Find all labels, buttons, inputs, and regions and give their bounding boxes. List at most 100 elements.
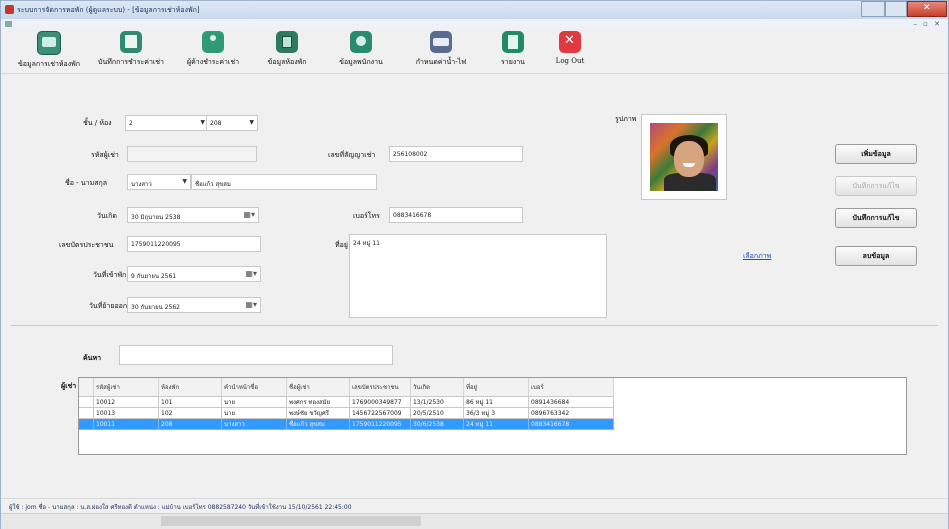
maximize-button[interactable] [885, 1, 907, 17]
tenant-id-field[interactable] [127, 146, 257, 162]
column-header[interactable]: วันเกิด [410, 378, 464, 397]
prefix-select[interactable]: นางสาว ▼ [127, 174, 191, 190]
column-header[interactable]: ห้องพัก [158, 378, 222, 397]
add-button[interactable]: เพิ่มข้อมูล [835, 144, 917, 164]
app-window: ระบบการจัดการหอพัก (ผู้ดูแลระบบ) - [ข้อม… [0, 0, 949, 529]
people-icon [202, 31, 224, 53]
checkout-date-picker[interactable]: 30 กันยายน 2562 ▦▾ [127, 297, 261, 313]
photo-label: รูปภาพ [615, 115, 637, 123]
cell[interactable]: พงศกร ทองสมัย [286, 396, 350, 408]
birth-date-picker[interactable]: 30 มิถุนายน 2538 ▦▾ [127, 207, 259, 223]
cell[interactable]: 1769000349877 [349, 396, 411, 408]
cell[interactable]: 0883416678 [528, 418, 614, 430]
minimize-button[interactable] [861, 1, 885, 17]
horizontal-scrollbar[interactable] [1, 513, 948, 529]
checkin-date-picker[interactable]: 9 กันยายน 2561 ▦▾ [127, 266, 261, 282]
choose-photo-link[interactable]: เลือกภาพ [743, 251, 771, 262]
logout-icon [559, 31, 581, 53]
search-label: ค้นหา [83, 354, 102, 362]
toolbar-report-button[interactable]: รายงาน [491, 31, 535, 71]
column-header[interactable]: คำนำหน้าชื่อ [221, 378, 287, 397]
phone-field[interactable]: 0883416678 [389, 207, 523, 223]
mdi-menu-strip [1, 19, 948, 29]
cell[interactable]: นาย [221, 396, 287, 408]
calendar-icon: ▦▾ [243, 210, 255, 219]
toolbar-rental-info-button[interactable]: ข้อมูลการเช่าห้องพัก [7, 31, 91, 71]
cell[interactable]: 1456722567009 [349, 407, 411, 419]
tenant-grid[interactable]: รหัสผู้เช่า ห้องพัก คำนำหน้าชื่อ ชื่อผู้… [78, 377, 907, 455]
column-header[interactable]: ชื่อผู้เช่า [286, 378, 350, 397]
ledger-icon [37, 31, 61, 55]
cell[interactable]: นางสาว [221, 418, 287, 430]
mdi-child-controls[interactable]: – ▫ ✕ [913, 20, 942, 28]
name-label: ชื่อ - นามสกุล [65, 179, 108, 187]
floor-select[interactable]: 2 ▼ [125, 115, 209, 131]
cell[interactable]: 208 [158, 418, 222, 430]
room-icon [276, 31, 298, 53]
calendar-icon: ▦▾ [245, 269, 257, 278]
table-row[interactable]: 10012 101 นาย พงศกร ทองสมัย 176900034987… [79, 396, 614, 408]
checkin-value: 9 กันยายน 2561 [131, 273, 177, 280]
cell[interactable]: 36/3 หมู่ 3 [463, 407, 529, 419]
cell[interactable]: 10012 [93, 396, 159, 408]
cell[interactable]: 1759011220095 [349, 418, 411, 430]
table-row[interactable]: 10013 102 นาย พงษ์ชัย ขวัญศรี 1456722567… [79, 407, 614, 419]
toolbar-rooms-button[interactable]: ข้อมูลห้องพัก [257, 31, 317, 71]
cell[interactable]: 0896763342 [528, 407, 614, 419]
row-header[interactable] [79, 396, 94, 408]
toolbar-label: บันทึกการชำระค่าเช่า [98, 58, 164, 66]
toolbar-utility-rate-button[interactable]: กำหนดค่าน้ำ-ไฟ [403, 31, 479, 71]
status-bar: ผู้ใช้ : jom ชื่อ - นามสกุล : น.ส.ผ่องใส… [1, 498, 948, 512]
scrollbar-thumb[interactable] [161, 516, 421, 526]
title-bar: ระบบการจัดการหอพัก (ผู้ดูแลระบบ) - [ข้อม… [1, 1, 948, 19]
cell[interactable]: 30/6/2538 [410, 418, 464, 430]
row-header[interactable] [79, 418, 94, 430]
cell[interactable]: นาย [221, 407, 287, 419]
toolbar-record-payment-button[interactable]: บันทึกการชำระค่าเช่า [90, 31, 172, 71]
tenant-photo [650, 123, 718, 191]
name-field[interactable]: ชื่อแก้ว สุขสม [191, 174, 377, 190]
checkout-value: 30 กันยายน 2562 [131, 304, 180, 311]
column-header[interactable]: ที่อยู่ [463, 378, 529, 397]
contract-field[interactable]: 256108002 [389, 146, 523, 162]
column-header[interactable]: เบอร์ [528, 378, 614, 397]
section-divider [11, 325, 938, 326]
table-row-selected[interactable]: 10011 208 นางสาว ชื่อแก้ว สุขสม 17590112… [79, 418, 614, 430]
cell[interactable]: 86 หมู่ 11 [463, 396, 529, 408]
close-window-button[interactable] [907, 1, 947, 17]
cell[interactable]: พงษ์ชัย ขวัญศรี [286, 407, 350, 419]
cell[interactable]: 102 [158, 407, 222, 419]
address-label: ที่อยู่ [335, 241, 348, 249]
room-select[interactable]: 208 ▼ [206, 115, 258, 131]
toolbar-label: ข้อมูลการเช่าห้องพัก [18, 60, 80, 68]
chevron-down-icon: ▼ [249, 119, 254, 126]
idcard-field[interactable]: 1759011220095 [127, 236, 261, 252]
delete-button[interactable]: ลบข้อมูล [835, 246, 917, 266]
search-input[interactable] [119, 345, 393, 365]
column-header[interactable]: เลขบัตรประชาชน [349, 378, 411, 397]
toolbar-overdue-button[interactable]: ผู้ค้างชำระค่าเช่า [173, 31, 253, 71]
cell[interactable]: 13/1/2530 [410, 396, 464, 408]
prefix-value: นางสาว [131, 181, 152, 188]
cell[interactable]: 0891436684 [528, 396, 614, 408]
edit-button[interactable]: บันทึกการแก้ไข [835, 176, 917, 196]
child-window-icon[interactable] [5, 21, 12, 27]
cell[interactable]: 10013 [93, 407, 159, 419]
cell[interactable]: 101 [158, 396, 222, 408]
toolbar-logout-button[interactable]: Log Out [549, 31, 591, 71]
cell[interactable]: 10011 [93, 418, 159, 430]
row-header[interactable] [79, 407, 94, 419]
tenant-grid-label: ผู้เช่า [61, 382, 77, 390]
chevron-down-icon: ▼ [200, 119, 205, 126]
birth-label: วันเกิด [97, 212, 117, 220]
column-header[interactable]: รหัสผู้เช่า [93, 378, 159, 397]
address-textarea[interactable]: 24 หมู่ 11 [349, 234, 607, 318]
main-toolbar: ข้อมูลการเช่าห้องพัก บันทึกการชำระค่าเช่… [1, 29, 948, 74]
cell[interactable]: 20/5/2510 [410, 407, 464, 419]
grid-header-row: รหัสผู้เช่า ห้องพัก คำนำหน้าชื่อ ชื่อผู้… [79, 378, 614, 397]
cell[interactable]: 24 หมู่ 11 [463, 418, 529, 430]
cell[interactable]: ชื่อแก้ว สุขสม [286, 418, 350, 430]
tenant-id-label: รหัสผู้เช่า [91, 151, 119, 159]
toolbar-staff-button[interactable]: ข้อมูลพนักงาน [329, 31, 393, 71]
save-button[interactable]: บันทึกการแก้ไข [835, 208, 917, 228]
